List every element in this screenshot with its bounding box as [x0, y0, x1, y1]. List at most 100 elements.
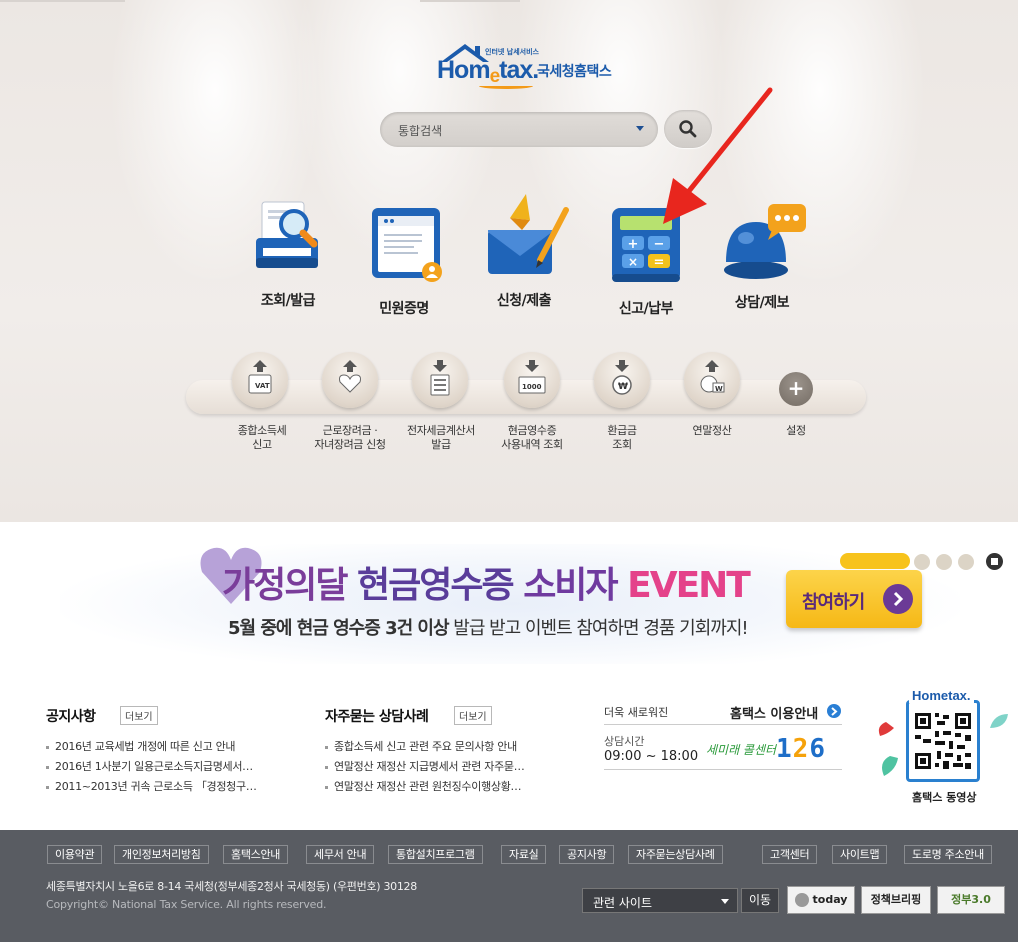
plus-icon: + [787, 376, 805, 400]
banner-pager-dot[interactable] [936, 554, 952, 570]
quick-year-end[interactable]: W [684, 352, 740, 408]
invoice-download-icon [430, 360, 450, 396]
footer-link-road-address[interactable]: 도로명 주소안내 [904, 845, 992, 864]
red-arrow-annotation [663, 87, 773, 224]
faq-more-button[interactable]: 더보기 [454, 706, 492, 725]
footer-link-faq[interactable]: 자주묻는상담사례 [628, 845, 723, 864]
vat-upload-icon: VAT [248, 360, 272, 394]
chevron-right-icon[interactable] [827, 704, 841, 718]
logo-korean: 국세청홈택스 [537, 64, 612, 80]
service-guide-link[interactable]: 홈택스 이용안내 [730, 703, 818, 722]
svg-text:−: − [654, 237, 665, 252]
service-info-box: 더욱 새로워진 홈택스 이용안내 상담시간 09:00 ~ 18:00 세미래 … [604, 700, 842, 770]
banner-title: 가정의달 현금영수증 소비자 EVENT [222, 565, 751, 606]
qr-logo: Hometax. [909, 688, 974, 703]
banner-stop-button[interactable] [986, 553, 1003, 570]
footer-address: 세종특별자치시 노을6로 8-14 국세청(정부세종2청사 국세청동) (우편번… [46, 880, 417, 893]
footer-link-library[interactable]: 자료실 [501, 845, 547, 864]
qr-code-icon [913, 711, 973, 771]
notice-more-button[interactable]: 더보기 [120, 706, 158, 725]
svg-text:×: × [628, 255, 638, 269]
faq-item[interactable]: 연말정산 재정산 지급명세서 관련 자주묻… [325, 758, 525, 774]
chevron-right-icon [883, 584, 913, 614]
hometax-logo[interactable]: 인터넷 납세서비스 Hometax. 국세청홈택스 [435, 40, 620, 89]
leaf-decoration-icon [990, 714, 1008, 728]
magnifier-document-icon [256, 201, 318, 268]
menu-civil-certificate[interactable]: 민원증명 [356, 204, 452, 317]
quick-e-tax-invoice[interactable] [412, 352, 468, 408]
quick-label: 전자세금계산서 발급 [406, 424, 476, 451]
stop-icon [991, 558, 998, 565]
quick-income-tax[interactable]: VAT [232, 352, 288, 408]
menu-apply-submit[interactable]: 신청/제출 [476, 190, 572, 310]
quick-cash-receipt[interactable]: 1000 [504, 352, 560, 408]
menu-label: 신고/납부 [618, 301, 674, 317]
callcenter-label: 세미래 콜센터 [706, 743, 777, 757]
hours-value: 09:00 ~ 18:00 [604, 749, 699, 764]
join-event-button[interactable]: 참여하기 [786, 570, 922, 628]
footer-link-hometax-guide[interactable]: 홈택스안내 [223, 845, 289, 864]
go-button[interactable]: 이동 [741, 888, 779, 913]
yearend-upload-icon: W [700, 360, 725, 393]
notice-title: 공지사항 [46, 709, 96, 725]
quick-earned-income-credit[interactable] [322, 352, 378, 408]
menu-label: 민원증명 [379, 301, 429, 317]
notice-item[interactable]: 2016년 교육세법 개정에 따른 신고 안내 [46, 738, 236, 754]
notice-item[interactable]: 2011~2013년 귀속 근로소득 「경정청구… [46, 778, 257, 794]
footer-link-tax-office[interactable]: 세무서 안내 [306, 845, 375, 864]
qr-caption: 홈택스 동영상 [912, 791, 977, 804]
heart-upload-icon [339, 360, 361, 393]
quick-label: 설정 [786, 424, 806, 437]
svg-text:+: + [628, 237, 639, 252]
divider [604, 769, 842, 770]
banner-subtitle: 5월 중에 현금 영수증 3건 이상 발급 받고 이벤트 참여하면 경품 기회까… [228, 618, 749, 639]
svg-text:VAT: VAT [255, 382, 270, 390]
receipt-download-icon: 1000 [518, 360, 546, 394]
faq-item[interactable]: 연말정산 재정산 관련 원천징수이행상황… [325, 778, 522, 794]
banner-pager-dot[interactable] [958, 554, 974, 570]
footer-link-customer-center[interactable]: 고객센터 [762, 845, 818, 864]
badge-policy-briefing[interactable]: 정책브리핑 [861, 886, 931, 914]
notice-item[interactable]: 2016년 1사분기 일용근로소득지급명세서… [46, 758, 253, 774]
hero-area: 인터넷 납세서비스 Hometax. 국세청홈택스 통합검색 조회/발급 민원증… [0, 0, 1018, 522]
search-scope-select[interactable]: 통합검색 [380, 112, 658, 147]
badge-gov30[interactable]: 정부3.0 [937, 886, 1005, 914]
top-divider [420, 0, 520, 2]
quick-label: 연말정산 [692, 424, 732, 437]
quick-settings-button[interactable]: + [779, 372, 813, 406]
menu-label: 상담/제보 [734, 295, 790, 311]
menu-label: 조회/발급 [260, 293, 316, 309]
seal-icon [794, 893, 809, 907]
quick-label: 종합소득세 신고 [237, 424, 287, 451]
logo-swoosh [479, 83, 533, 89]
footer-link-sitemap[interactable]: 사이트맵 [832, 845, 888, 864]
refund-download-icon: ₩ [612, 360, 632, 395]
quick-label: 환급금 조회 [607, 424, 637, 451]
svg-text:W: W [715, 385, 723, 393]
certificate-icon [372, 208, 442, 282]
faq-title: 자주묻는 상담사례 [325, 709, 429, 725]
service-new-label: 더욱 새로워진 [604, 706, 669, 719]
banner-pager-active[interactable] [840, 553, 910, 569]
footer-link-install[interactable]: 통합설치프로그램 [388, 845, 483, 864]
quick-label: 현금영수증 사용내역 조회 [501, 424, 563, 451]
footer-link-notice[interactable]: 공지사항 [559, 845, 615, 864]
badge-today[interactable]: today [787, 886, 855, 914]
envelope-pen-icon [488, 194, 569, 274]
svg-text:1000: 1000 [522, 383, 542, 391]
related-sites-select[interactable]: 관련 사이트 [582, 888, 738, 913]
menu-label: 신청/제출 [496, 293, 552, 309]
faq-item[interactable]: 종합소득세 신고 관련 주요 문의사항 안내 [325, 738, 517, 754]
menu-inquiry-issue[interactable]: 조회/발급 [240, 198, 336, 310]
callcenter-number: 126 [776, 734, 826, 764]
qr-code-box[interactable] [906, 700, 980, 782]
footer-link-terms[interactable]: 이용약관 [47, 845, 103, 864]
chevron-down-icon [721, 899, 729, 904]
leaf-decoration-icon [878, 722, 898, 776]
top-divider [0, 0, 125, 2]
quick-refund[interactable]: ₩ [594, 352, 650, 408]
banner-pager-dot[interactable] [914, 554, 930, 570]
svg-text:=: = [654, 255, 665, 270]
footer-copyright: Copyright© National Tax Service. All rig… [46, 898, 327, 911]
footer-link-privacy[interactable]: 개인정보처리방침 [114, 845, 209, 864]
